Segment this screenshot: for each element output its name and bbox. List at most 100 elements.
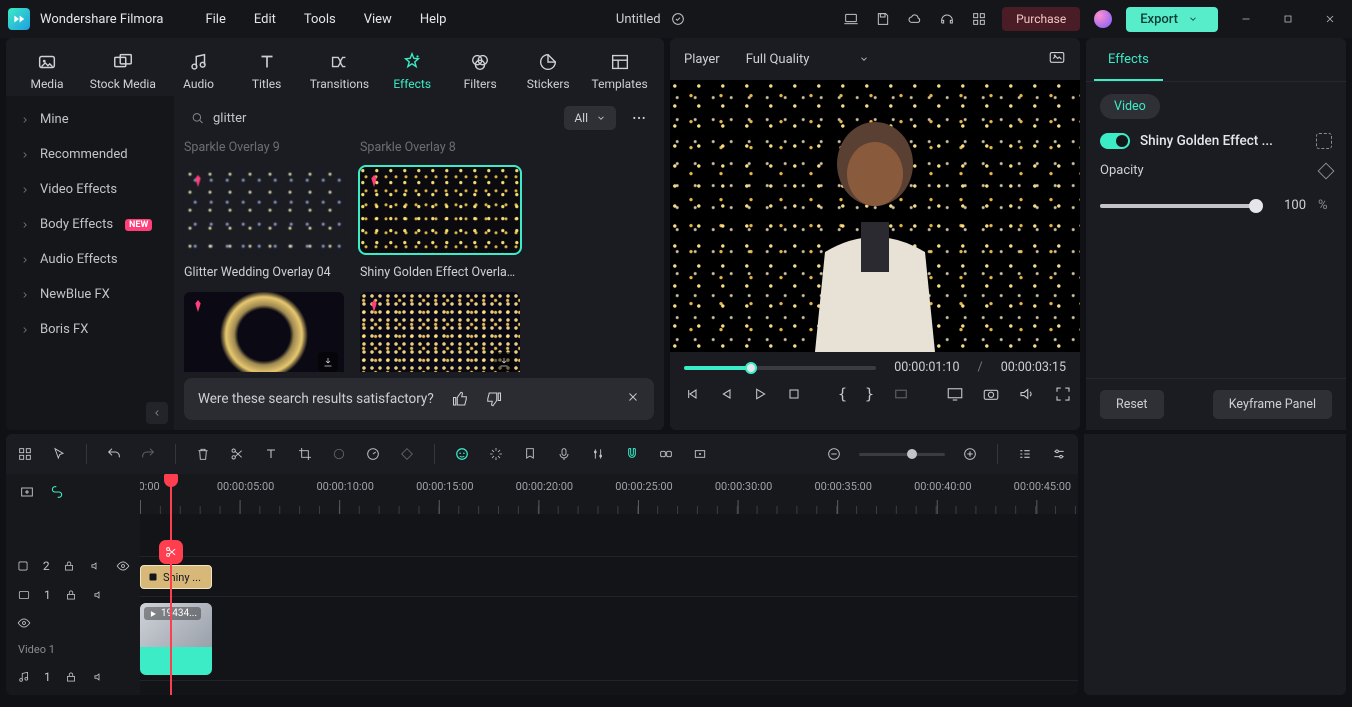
effect-thumb-glitter-wedding-04[interactable] [184, 167, 344, 253]
mute-icon[interactable] [88, 558, 103, 574]
sidebar-item-audio-effects[interactable]: Audio Effects [6, 242, 174, 277]
menu-tools[interactable]: Tools [290, 8, 350, 31]
track-lane-audio[interactable] [140, 680, 1078, 695]
zoom-knob[interactable] [907, 449, 917, 459]
track-lane-fx[interactable]: Shiny ... [140, 556, 1078, 596]
display-icon[interactable] [946, 385, 964, 403]
minimize-button[interactable] [1232, 5, 1260, 33]
sidebar-item-recommended[interactable]: Recommended [6, 137, 174, 172]
redo-icon[interactable] [139, 445, 157, 463]
magnet-icon[interactable] [623, 445, 641, 463]
export-button[interactable]: Export [1126, 7, 1218, 32]
lock-icon[interactable] [62, 558, 77, 574]
cloud-icon[interactable] [906, 10, 924, 28]
snapshot-icon[interactable] [1048, 48, 1066, 70]
zoom-in-icon[interactable] [961, 445, 979, 463]
keyframe-diamond-icon[interactable] [1318, 162, 1335, 179]
split-icon[interactable] [228, 445, 246, 463]
track-manager-icon[interactable] [16, 445, 34, 463]
fullscreen-icon[interactable] [1054, 385, 1072, 403]
add-track-icon[interactable] [18, 483, 36, 501]
timecode-current[interactable]: 00:00:01:10 [894, 360, 959, 375]
clip-effect[interactable]: Shiny ... [140, 565, 212, 589]
track-lane-video[interactable]: 19434... [140, 596, 1078, 680]
purchase-button[interactable]: Purchase [1002, 7, 1080, 31]
play-backward-icon[interactable] [718, 385, 734, 403]
device-icon[interactable] [842, 10, 860, 28]
cloud-sync-icon[interactable] [669, 10, 687, 28]
download-icon[interactable] [494, 352, 514, 372]
more-options-button[interactable] [626, 105, 652, 131]
keyframe-panel-button[interactable]: Keyframe Panel [1213, 390, 1332, 419]
timeline-ruler[interactable]: 00:0000:00:05:0000:00:10:0000:00:15:0000… [140, 474, 1078, 514]
sidebar-item-video-effects[interactable]: Video Effects [6, 172, 174, 207]
collapse-sidebar-button[interactable] [146, 402, 168, 424]
tab-filters[interactable]: Filters [451, 47, 509, 95]
seek-knob[interactable] [745, 362, 757, 374]
clip-video[interactable]: 19434... [140, 603, 212, 675]
audio-mix-icon[interactable] [589, 445, 607, 463]
track-area[interactable]: 00:0000:00:05:0000:00:10:0000:00:15:0000… [140, 474, 1078, 695]
download-icon[interactable] [318, 352, 338, 372]
prev-frame-icon[interactable] [684, 385, 700, 403]
document-title[interactable]: Untitled [616, 12, 661, 27]
render-icon[interactable] [691, 445, 709, 463]
eye-icon[interactable] [115, 558, 130, 574]
opacity-slider[interactable] [1100, 204, 1256, 208]
effect-thumb-shiny-golden[interactable] [360, 167, 520, 253]
reset-effect-icon[interactable] [1316, 133, 1332, 149]
camera-icon[interactable] [982, 385, 1000, 403]
seek-bar[interactable] [684, 366, 876, 370]
close-icon[interactable] [626, 390, 640, 408]
effect-toggle[interactable] [1100, 133, 1130, 149]
opacity-knob[interactable] [1249, 199, 1263, 213]
color-icon[interactable] [330, 445, 348, 463]
speed-icon[interactable] [364, 445, 382, 463]
tab-transitions[interactable]: Transitions [306, 47, 374, 95]
volume-icon[interactable] [1018, 385, 1036, 403]
filter-dropdown[interactable]: All [564, 106, 616, 130]
apps-icon[interactable] [970, 10, 988, 28]
video-pill[interactable]: Video [1100, 94, 1160, 119]
maximize-button[interactable] [1274, 5, 1302, 33]
link-icon[interactable] [657, 445, 675, 463]
mute-icon[interactable] [91, 587, 107, 603]
menu-help[interactable]: Help [406, 8, 461, 31]
zoom-slider[interactable] [859, 453, 945, 456]
mark-out-icon[interactable]: } [865, 385, 874, 403]
lock-icon[interactable] [63, 587, 79, 603]
menu-edit[interactable]: Edit [240, 8, 290, 31]
tab-effects[interactable]: Effects [1094, 42, 1163, 81]
sidebar-item-boris-fx[interactable]: Boris FX [6, 312, 174, 347]
list-view-icon[interactable] [1016, 445, 1034, 463]
tab-stock[interactable]: Stock Media [86, 47, 160, 95]
preview-viewport[interactable] [670, 80, 1080, 352]
eye-icon[interactable] [16, 615, 32, 631]
zoom-out-icon[interactable] [825, 445, 843, 463]
tab-media[interactable]: Media [18, 47, 76, 95]
undo-icon[interactable] [105, 445, 123, 463]
effect-thumb-ring[interactable] [184, 292, 344, 372]
cursor-icon[interactable] [50, 445, 68, 463]
delete-icon[interactable] [194, 445, 212, 463]
text-icon[interactable] [262, 445, 280, 463]
search-input[interactable] [213, 111, 550, 126]
menu-view[interactable]: View [350, 8, 406, 31]
tab-templates[interactable]: Templates [587, 47, 652, 95]
stop-icon[interactable] [786, 385, 802, 403]
tab-audio[interactable]: Audio [170, 47, 228, 95]
sidebar-item-body-effects[interactable]: Body EffectsNEW [6, 207, 174, 242]
reset-button[interactable]: Reset [1100, 390, 1164, 419]
link-tracks-icon[interactable] [48, 483, 66, 501]
tab-titles[interactable]: Titles [238, 47, 296, 95]
lock-icon[interactable] [63, 669, 79, 685]
tab-stickers[interactable]: Stickers [519, 47, 577, 95]
headphones-icon[interactable] [938, 10, 956, 28]
mute-icon[interactable] [91, 669, 107, 685]
marker-icon[interactable] [521, 445, 539, 463]
save-icon[interactable] [874, 10, 892, 28]
menu-file[interactable]: File [191, 8, 239, 31]
sidebar-item-newblue-fx[interactable]: NewBlue FX [6, 277, 174, 312]
tab-effects[interactable]: Effects [383, 47, 441, 95]
thumbs-down-icon[interactable] [484, 390, 502, 408]
